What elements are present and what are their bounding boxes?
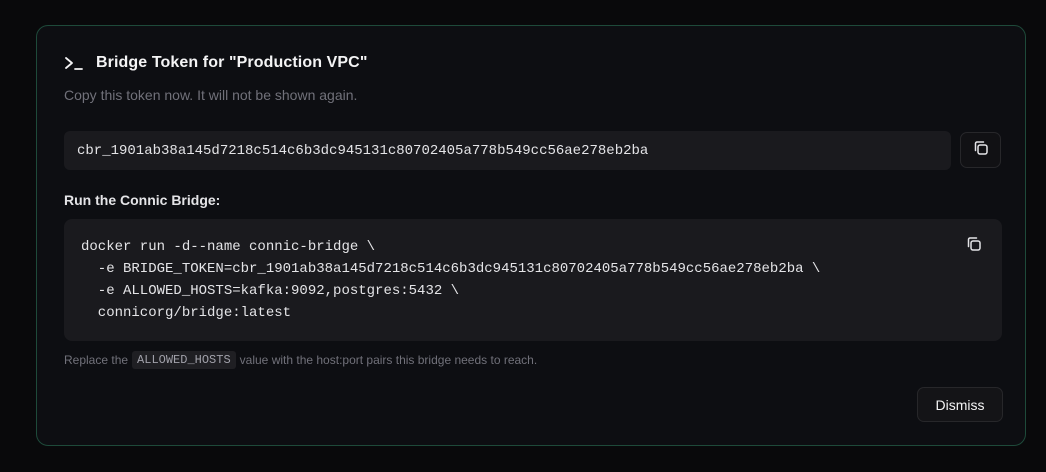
docker-command-code: docker run -d--name connic-bridge \ -e B… [81,236,820,324]
terminal-icon [64,55,84,71]
copy-icon [965,235,983,258]
note-text-after: value with the host:port pairs this brid… [239,353,538,367]
docker-command-block: docker run -d--name connic-bridge \ -e B… [64,219,1002,341]
code-line: docker run -d--name connic-bridge \ [81,239,376,255]
token-value: cbr_1901ab38a145d7218c514c6b3dc945131c80… [77,142,649,159]
allowed-hosts-note: Replace the ALLOWED_HOSTS value with the… [64,351,537,369]
dismiss-button[interactable]: Dismiss [917,387,1003,422]
bridge-token-dialog: Bridge Token for "Production VPC" Copy t… [36,25,1026,446]
token-field[interactable]: cbr_1901ab38a145d7218c514c6b3dc945131c80… [64,131,951,170]
dialog-header: Bridge Token for "Production VPC" [64,53,368,73]
dialog-title: Bridge Token for "Production VPC" [96,54,368,71]
allowed-hosts-code: ALLOWED_HOSTS [132,351,236,369]
code-line: connicorg/bridge:latest [81,305,292,321]
copy-icon [972,139,990,162]
dialog-subtitle: Copy this token now. It will not be show… [64,87,358,103]
run-section-label: Run the Connic Bridge: [64,192,221,208]
code-line: -e ALLOWED_HOSTS=kafka:9092,postgres:543… [81,283,460,299]
note-text-before: Replace the [64,353,129,367]
copy-token-button[interactable] [960,132,1001,168]
code-line: -e BRIDGE_TOKEN=cbr_1901ab38a145d7218c51… [81,261,821,277]
copy-command-button[interactable] [964,236,984,256]
